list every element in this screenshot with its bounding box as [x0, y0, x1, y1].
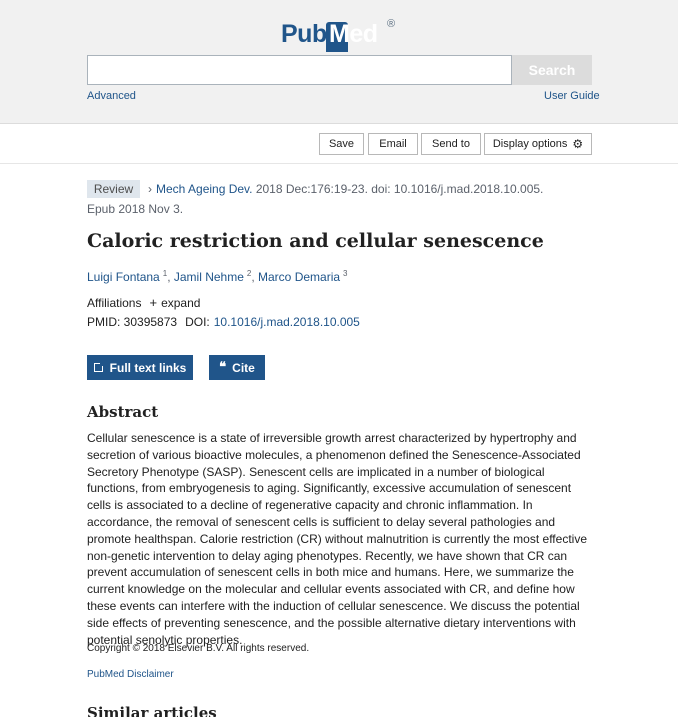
plus-icon: +	[149, 295, 158, 310]
publication-type-badge: Review	[87, 180, 140, 198]
display-options-button[interactable]: Display options ⚙	[484, 133, 592, 155]
full-text-label: Full text links	[109, 360, 187, 375]
search-button[interactable]: Search	[512, 55, 592, 85]
pubmed-logo[interactable]: Pub Med ®	[281, 16, 401, 56]
logo-med-text-inner: Med	[329, 20, 378, 48]
registered-mark: ®	[387, 18, 396, 30]
pubmed-disclaimer-link[interactable]: PubMed Disclaimer	[87, 669, 174, 680]
advanced-search-link[interactable]: Advanced	[87, 90, 136, 102]
author-separator: ,	[251, 270, 259, 284]
expand-label: expand	[161, 296, 201, 310]
affiliations-toggle[interactable]: Affiliations + expand	[87, 295, 200, 310]
pmid: PMID: 30395873	[87, 315, 178, 329]
gear-icon: ⚙	[572, 137, 584, 151]
doi-label: DOI:	[185, 315, 210, 329]
email-button[interactable]: Email	[368, 133, 418, 155]
search-input[interactable]	[87, 55, 512, 85]
send-to-button[interactable]: Send to	[421, 133, 481, 155]
chevron-right-icon: ›	[148, 182, 152, 196]
article-toolbar: Save Email Send to Display options ⚙	[0, 124, 678, 164]
author-link[interactable]: Jamil Nehme	[174, 270, 244, 284]
cite-button[interactable]: ❝ Cite	[209, 355, 265, 380]
citation-details: 2018 Dec:176:19-23. doi: 10.1016/j.mad.2…	[252, 182, 544, 196]
author-link[interactable]: Marco Demaria	[258, 270, 340, 284]
similar-articles-heading: Similar articles	[87, 704, 217, 717]
affiliation-number[interactable]: 3	[343, 269, 347, 278]
cite-label: Cite	[232, 360, 255, 375]
affiliations-label: Affiliations	[87, 296, 142, 310]
site-header: Pub Med ® Search Advanced User Guide	[0, 0, 678, 124]
author-list: Luigi Fontana 1, Jamil Nehme 2, Marco Dema…	[87, 269, 348, 284]
article-identifiers: PMID: 30395873 DOI: 10.1016/j.mad.2018.10.…	[87, 315, 360, 329]
author-separator: ,	[167, 270, 174, 284]
full-text-links-button[interactable]: Full text links	[87, 355, 193, 380]
author-link[interactable]: Luigi Fontana	[87, 270, 160, 284]
citation-line: › Mech Ageing Dev. 2018 Dec:176:19-23. do…	[148, 182, 543, 196]
external-link-icon	[93, 361, 105, 372]
logo-pub-text: Pub	[281, 20, 327, 48]
epub-date: Epub 2018 Nov 3.	[87, 202, 184, 216]
user-guide-link[interactable]: User Guide	[544, 90, 600, 102]
logo-med: Med	[326, 20, 386, 52]
abstract-heading: Abstract	[87, 403, 159, 421]
journal-link[interactable]: Mech Ageing Dev.	[156, 182, 253, 196]
abstract-text: Cellular senescence is a state of irreve…	[87, 431, 587, 647]
article-title: Caloric restriction and cellular senesce…	[87, 230, 544, 252]
copyright-notice: Copyright © 2018 Elsevier B.V. All right…	[87, 643, 310, 654]
doi-link[interactable]: 10.1016/j.mad.2018.10.005	[214, 315, 360, 329]
quote-icon: ❝	[219, 360, 227, 375]
save-button[interactable]: Save	[319, 133, 364, 155]
display-options-label: Display options	[492, 138, 568, 150]
logo-med-text: Med	[329, 20, 378, 49]
